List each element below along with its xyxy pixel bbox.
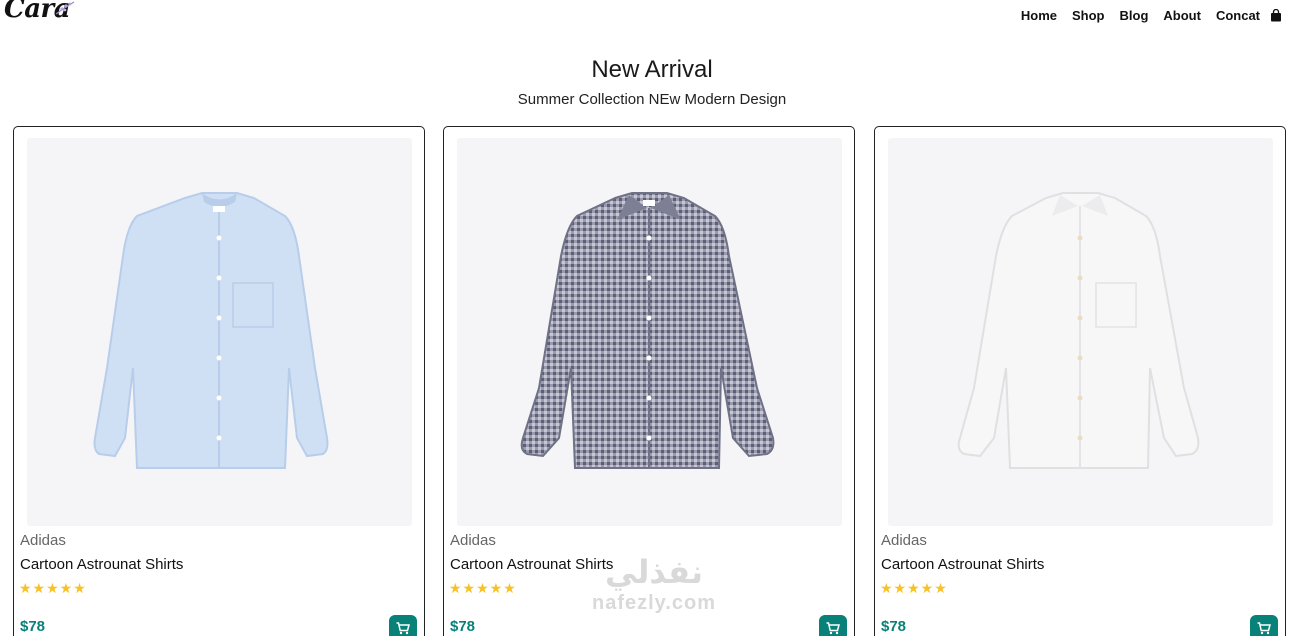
- product-price: $78: [881, 618, 907, 635]
- product-image[interactable]: [27, 138, 412, 526]
- nav-about[interactable]: About: [1163, 8, 1201, 23]
- product-brand: Adidas: [20, 532, 66, 549]
- gingham-check-shirt-image: [520, 192, 775, 469]
- product-name[interactable]: Cartoon Astrounat Shirts: [450, 556, 613, 573]
- light-blue-shirt-image: [93, 192, 329, 469]
- nav-shop[interactable]: Shop: [1072, 8, 1105, 23]
- cart-icon: [1257, 621, 1271, 634]
- product-name[interactable]: Cartoon Astrounat Shirts: [20, 556, 183, 573]
- product-grid: Adidas Cartoon Astrounat Shirts ★★★★★ $7…: [13, 126, 1286, 636]
- product-brand: Adidas: [881, 532, 927, 549]
- section-title: New Arrival: [591, 56, 713, 83]
- product-price: $78: [20, 618, 46, 635]
- product-card[interactable]: Adidas Cartoon Astrounat Shirts ★★★★★ $7…: [874, 126, 1286, 636]
- product-image[interactable]: [457, 138, 842, 526]
- star-rating: ★★★★★: [880, 580, 948, 596]
- add-to-cart-button[interactable]: [389, 615, 417, 636]
- lavender-leaf-icon: [55, 1, 75, 15]
- product-price: $78: [450, 618, 476, 635]
- product-name[interactable]: Cartoon Astrounat Shirts: [881, 556, 1044, 573]
- nav-links: Home Shop Blog About Concat: [1021, 8, 1282, 23]
- white-shirt-image: [957, 192, 1200, 469]
- star-rating: ★★★★★: [449, 580, 517, 596]
- shopping-bag-icon[interactable]: [1270, 9, 1282, 22]
- nav-contact[interactable]: Concat: [1216, 8, 1260, 23]
- product-image[interactable]: [888, 138, 1273, 526]
- product-brand: Adidas: [450, 532, 496, 549]
- section-subtitle: Summer Collection NEw Modern Design: [517, 91, 787, 108]
- nav-blog[interactable]: Blog: [1120, 8, 1149, 23]
- add-to-cart-button[interactable]: [819, 615, 847, 636]
- product-card[interactable]: Adidas Cartoon Astrounat Shirts ★★★★★ $7…: [443, 126, 855, 636]
- cart-icon: [826, 621, 840, 634]
- cart-icon: [396, 621, 410, 634]
- star-rating: ★★★★★: [19, 580, 87, 596]
- product-card[interactable]: Adidas Cartoon Astrounat Shirts ★★★★★ $7…: [13, 126, 425, 636]
- add-to-cart-button[interactable]: [1250, 615, 1278, 636]
- navbar: Cara Home Shop Blog About Concat: [0, 0, 1304, 34]
- nav-home[interactable]: Home: [1021, 8, 1057, 23]
